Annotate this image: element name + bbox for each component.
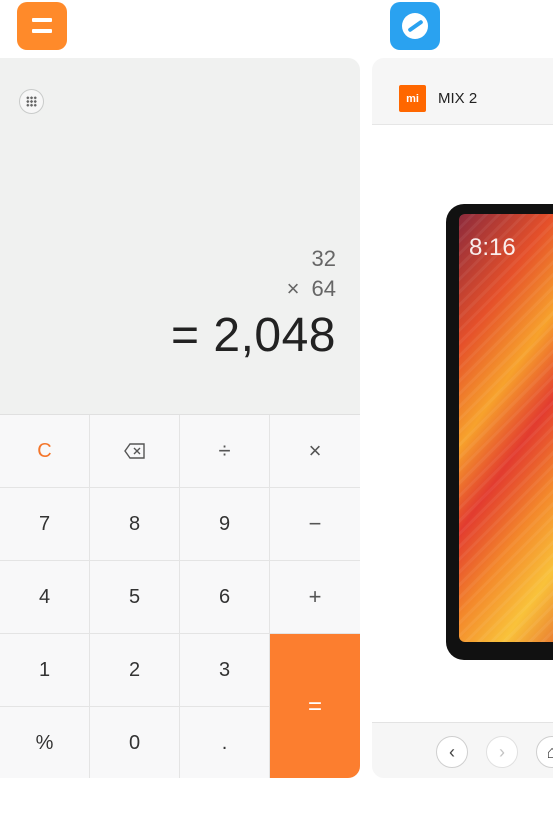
digit-9-button[interactable]: 9 (180, 488, 270, 561)
digit-0-button[interactable]: 0 (90, 707, 180, 778)
phone-screen: 8:16 (459, 214, 553, 642)
digit-1-button[interactable]: 1 (0, 634, 90, 707)
expression-operand-2: × 64 (287, 276, 336, 302)
browser-app-icon[interactable] (390, 2, 440, 50)
backspace-icon (123, 443, 145, 459)
expression-operand-1: 32 (311, 246, 336, 271)
digit-4-button[interactable]: 4 (0, 561, 90, 634)
clear-button[interactable]: C (0, 415, 90, 488)
page-title: MIX 2 (438, 90, 478, 107)
digit-5-button[interactable]: 5 (90, 561, 180, 634)
percent-button[interactable]: % (0, 707, 90, 778)
subtract-button[interactable]: − (270, 488, 360, 561)
recent-apps-screen: 32 × 64 = 2,048 C ÷ × 7 8 9 − 4 5 6 + 1 2 (0, 0, 553, 837)
expression-operand-2-value: 64 (311, 276, 336, 301)
decimal-point-button[interactable]: . (180, 707, 270, 778)
phone-clock: 8:16 (469, 234, 516, 261)
mi-logo-icon: mi (399, 85, 426, 112)
backspace-button[interactable] (90, 415, 180, 488)
digit-7-button[interactable]: 7 (0, 488, 90, 561)
phone-product-image: 8:16 (446, 204, 553, 660)
back-icon[interactable]: ‹ (436, 736, 468, 768)
equals-button[interactable]: = (270, 634, 360, 778)
digit-3-button[interactable]: 3 (180, 634, 270, 707)
calculator-app-icon[interactable] (17, 2, 67, 50)
multiply-button[interactable]: × (270, 415, 360, 488)
digit-8-button[interactable]: 8 (90, 488, 180, 561)
home-icon[interactable]: ⌂ (536, 736, 553, 768)
add-button[interactable]: + (270, 561, 360, 634)
digit-2-button[interactable]: 2 (90, 634, 180, 707)
grid-dots-icon[interactable] (19, 89, 44, 114)
divide-button[interactable]: ÷ (180, 415, 270, 488)
digit-6-button[interactable]: 6 (180, 561, 270, 634)
calculation-result: = 2,048 (171, 309, 336, 362)
browser-tab-bar: mi MIX 2 (372, 58, 553, 125)
forward-icon[interactable]: › (486, 736, 518, 768)
browser-toolbar: ‹ › ⌂ (372, 722, 553, 778)
browser-card[interactable]: mi MIX 2 8:16 ‹ › ⌂ (372, 58, 553, 778)
calculator-keypad: C ÷ × 7 8 9 − 4 5 6 + 1 2 3 % 0 . = (0, 414, 360, 778)
calculator-card[interactable]: 32 × 64 = 2,048 C ÷ × 7 8 9 − 4 5 6 + 1 2 (0, 58, 360, 778)
multiply-operator: × (286, 276, 300, 301)
